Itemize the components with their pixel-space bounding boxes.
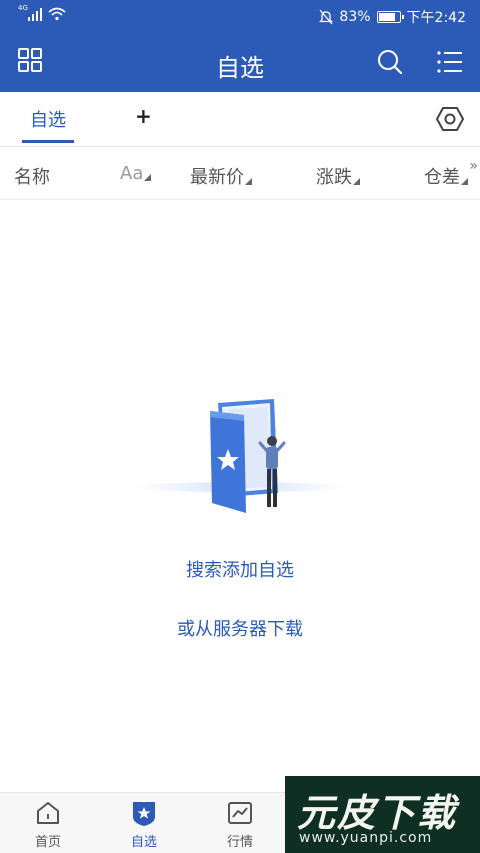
add-tab-button[interactable]: +	[135, 104, 152, 128]
star-shield-icon	[133, 802, 155, 826]
tab-settings-button[interactable]	[436, 105, 464, 137]
status-left: 4G	[18, 4, 66, 21]
tab-active-indicator	[22, 140, 74, 143]
search-add-link[interactable]: 搜索添加自选	[0, 556, 480, 582]
column-header: 名称 Aa 最新价 涨跌 仓差 »	[0, 148, 480, 200]
more-columns-arrow-icon[interactable]: »	[469, 158, 478, 174]
watermark-url: www.yuanpi.com	[299, 830, 433, 846]
nav-home[interactable]: 首页	[13, 799, 83, 850]
battery-percent: 83%	[339, 9, 371, 25]
sort-triangle-icon	[144, 174, 152, 181]
status-time: 下午2:42	[406, 10, 466, 26]
home-icon	[37, 802, 59, 824]
status-right: 83% 下午2:42	[319, 7, 466, 27]
column-change-label: 涨跌	[316, 167, 352, 188]
column-position-diff[interactable]: 仓差	[424, 163, 468, 189]
page-title: 自选	[216, 54, 264, 82]
column-latest-price[interactable]: 最新价	[190, 163, 252, 189]
list-menu-button[interactable]	[436, 48, 464, 76]
column-position-diff-label: 仓差	[424, 167, 460, 188]
nav-watchlist[interactable]: 自选	[109, 799, 179, 850]
search-button[interactable]	[376, 48, 404, 76]
status-bar: 4G 83% 下午2:42	[0, 0, 480, 32]
nav-market-label: 行情	[226, 835, 253, 850]
sort-triangle-icon	[245, 178, 252, 185]
watermark-logo: 元皮下载	[297, 791, 458, 835]
network-type: 4G	[18, 4, 28, 12]
column-change[interactable]: 涨跌	[316, 163, 360, 189]
empty-watchlist-illustration	[120, 385, 360, 525]
nav-watchlist-label: 自选	[130, 835, 157, 850]
wifi-icon	[48, 7, 66, 21]
column-latest-price-label: 最新价	[190, 167, 244, 188]
search-icon	[378, 50, 403, 75]
column-name[interactable]: 名称	[14, 163, 50, 189]
sort-triangle-icon	[461, 178, 468, 185]
download-from-server-link[interactable]: 或从服务器下载	[0, 615, 480, 641]
signal-icon	[28, 7, 42, 21]
nav-home-label: 首页	[34, 835, 61, 850]
chart-icon	[228, 802, 252, 824]
nav-market[interactable]: 行情	[205, 799, 275, 850]
font-toggle[interactable]: Aa	[120, 163, 152, 184]
mute-bell-icon	[319, 9, 334, 25]
tab-bar: 自选 +	[0, 92, 480, 147]
hexagon-settings-icon	[436, 107, 464, 131]
watermark-overlay: 元皮下载 www.yuanpi.com	[285, 776, 480, 853]
font-toggle-label: Aa	[120, 163, 144, 184]
app-header: 自选	[0, 32, 480, 92]
list-menu-icon	[437, 51, 462, 73]
battery-icon	[376, 11, 404, 23]
tab-watchlist[interactable]: 自选	[22, 106, 74, 132]
sort-triangle-icon	[353, 178, 360, 185]
folder-person-illustration	[130, 399, 350, 513]
